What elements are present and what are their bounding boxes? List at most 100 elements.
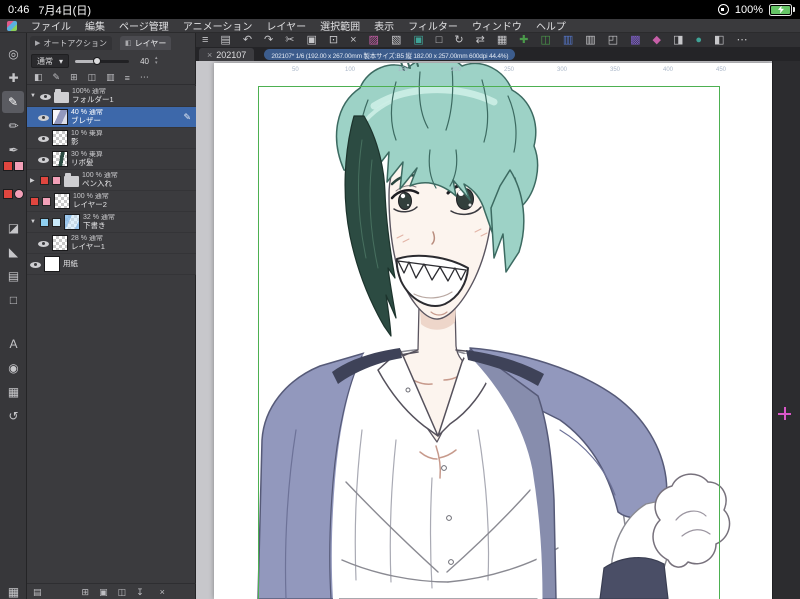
layer-folder-1[interactable]: ▼ 100% 通常 フォルダー1	[27, 86, 196, 107]
layer-folder-inking[interactable]: ▶ 100 % 通常 ペン入れ	[27, 170, 196, 191]
document-tab[interactable]: × 202107	[199, 48, 255, 61]
opacity-slider-knob[interactable]	[93, 56, 102, 65]
menu-page-manage[interactable]: ページ管理	[112, 22, 176, 33]
sub-view-icon[interactable]: ◨	[673, 33, 683, 48]
layer-visibility-eye-icon[interactable]	[30, 259, 41, 270]
tool-property-icon[interactable]: ◧	[714, 33, 724, 48]
text-tool[interactable]: A	[0, 333, 27, 355]
collapse-arrow-icon[interactable]: ▼	[30, 219, 37, 225]
deselect-icon[interactable]: ▧	[391, 33, 401, 48]
ruler-icon[interactable]: ▥	[563, 33, 573, 48]
canvas-area[interactable]: 50 100 150 200 250 300 350 400 450	[196, 61, 800, 599]
layer-thumbnail[interactable]	[64, 214, 80, 230]
fill-tool[interactable]: ◣	[0, 241, 27, 263]
layer-options-icon[interactable]: ⋯	[140, 72, 149, 83]
layer-thumbnail[interactable]	[52, 130, 68, 146]
clip-layer-icon[interactable]: ⊞	[70, 72, 78, 83]
brush-tool[interactable]: ✒	[0, 139, 27, 161]
eraser-tool[interactable]: ◪	[0, 217, 27, 239]
gradient-tool[interactable]: ▤	[0, 265, 27, 287]
layer-visibility-eye-icon[interactable]	[38, 154, 49, 165]
menu-edit[interactable]: 編集	[78, 22, 112, 33]
flip-canvas-icon[interactable]: ⇄	[476, 33, 485, 48]
layer-1[interactable]: 28 % 通常 レイヤー1	[27, 233, 196, 254]
edit-layer-icon[interactable]: ✎	[53, 72, 61, 83]
layer-sub-mark[interactable]	[52, 175, 61, 185]
layer-2[interactable]: 100 % 通常 レイヤー2	[27, 191, 196, 212]
menu-help[interactable]: ヘルプ	[529, 22, 573, 33]
close-tab-icon[interactable]: ×	[207, 50, 212, 60]
delete-icon[interactable]: ×	[350, 33, 356, 48]
layer-paper[interactable]: 用紙	[27, 254, 196, 275]
palette-menu-icon[interactable]: ▤	[33, 587, 42, 598]
fill-selection-icon[interactable]: ▨	[369, 33, 379, 48]
tab-layers[interactable]: ◧ レイヤー	[120, 36, 172, 50]
layer-folder-draft[interactable]: ▼ 32 % 通常 下書き	[27, 212, 196, 233]
menu-filter[interactable]: フィルター	[401, 22, 465, 33]
color-set-icon[interactable]: ◆	[653, 33, 661, 48]
tab-auto-action[interactable]: ▶ オートアクション	[30, 36, 112, 50]
menu-file[interactable]: ファイル	[24, 22, 78, 33]
move-tool[interactable]: ✚	[0, 67, 27, 89]
timeline-icon[interactable]: ▩	[630, 33, 640, 48]
opacity-stepper[interactable]: ▴ ▾	[155, 56, 158, 66]
delete-layer-icon[interactable]: ×	[160, 587, 165, 597]
layer-palette-mark[interactable]	[30, 196, 39, 206]
new-folder-icon[interactable]: ▣	[99, 587, 108, 598]
navigator-icon[interactable]: ●	[695, 33, 702, 48]
layer-color-icon[interactable]: ◧	[34, 72, 43, 83]
guide-icon[interactable]: ▥	[585, 33, 595, 48]
zoom-tool[interactable]: ◎	[0, 43, 27, 65]
snap-special-icon[interactable]: ◫	[540, 33, 550, 48]
rotate-canvas-icon[interactable]: ↻	[454, 33, 463, 48]
grid-icon[interactable]: ▦	[497, 33, 507, 48]
more-icon[interactable]: ⋯	[736, 33, 747, 48]
layer-sub-mark[interactable]	[52, 217, 61, 227]
layer-visibility-eye-icon[interactable]	[40, 91, 51, 102]
menu-animation[interactable]: アニメーション	[176, 22, 260, 33]
merge-down-icon[interactable]: ◫	[118, 587, 127, 598]
app-menu-icon[interactable]: ≡	[202, 33, 208, 48]
layer-blazer[interactable]: 40 % 通常 ブレザー ✎	[27, 107, 196, 128]
grid-settings-tool[interactable]: ▦	[0, 581, 27, 599]
select-area-icon[interactable]: ▣	[413, 33, 423, 48]
transfer-layer-icon[interactable]: ↧	[136, 587, 144, 598]
expand-arrow-icon[interactable]: ▶	[30, 177, 37, 184]
figure-tool[interactable]: □	[0, 289, 27, 311]
lock-layer-icon[interactable]: ◫	[88, 72, 97, 83]
undo-icon[interactable]: ↶	[243, 33, 252, 48]
layer-shadow[interactable]: 10 % 乗算影	[27, 128, 196, 149]
alt-main-color-swatch[interactable]	[3, 189, 13, 199]
material-tool[interactable]: ▦	[0, 381, 27, 403]
canvas-page[interactable]: 50 100 150 200 250 300 350 400 450	[214, 63, 772, 599]
eyedropper-tool[interactable]: ◉	[0, 357, 27, 379]
layer-sub-mark[interactable]	[42, 196, 51, 206]
cut-icon[interactable]: ✂	[285, 33, 294, 48]
lock-transparent-icon[interactable]: ▥	[106, 72, 115, 83]
paste-icon[interactable]: ⊡	[329, 33, 338, 48]
menu-layer[interactable]: レイヤー	[259, 22, 313, 33]
pencil-tool[interactable]: ✏	[0, 115, 27, 137]
reference-layer-icon[interactable]: ≡	[125, 73, 130, 83]
layer-thumbnail[interactable]	[54, 193, 70, 209]
menu-window[interactable]: ウィンドウ	[465, 22, 529, 33]
zoom-fit-icon[interactable]: □	[436, 33, 443, 48]
new-layer-icon[interactable]: ⊞	[82, 587, 90, 598]
layer-thumbnail[interactable]	[52, 151, 68, 167]
workspace-icon[interactable]: ▤	[220, 33, 230, 48]
layer-palette-mark[interactable]	[40, 217, 49, 227]
layer-visibility-eye-icon[interactable]	[38, 133, 49, 144]
menu-selection[interactable]: 選択範囲	[313, 22, 367, 33]
transparent-color-swatch[interactable]	[14, 189, 24, 199]
snap-ruler-icon[interactable]: ✚	[519, 33, 528, 48]
layer-thumbnail[interactable]	[52, 235, 68, 251]
history-tool[interactable]: ↺	[0, 405, 27, 427]
menu-view[interactable]: 表示	[367, 22, 401, 33]
blend-mode-select[interactable]: 通常 ▾	[31, 54, 70, 68]
sub-color-swatch[interactable]	[14, 161, 24, 171]
layer-thumbnail[interactable]	[44, 256, 60, 272]
layer-ribbon-hair[interactable]: 30 % 乗算 リボ髪	[27, 149, 196, 170]
redo-icon[interactable]: ↷	[264, 33, 273, 48]
copy-icon[interactable]: ▣	[306, 33, 316, 48]
opacity-slider[interactable]	[75, 56, 130, 65]
